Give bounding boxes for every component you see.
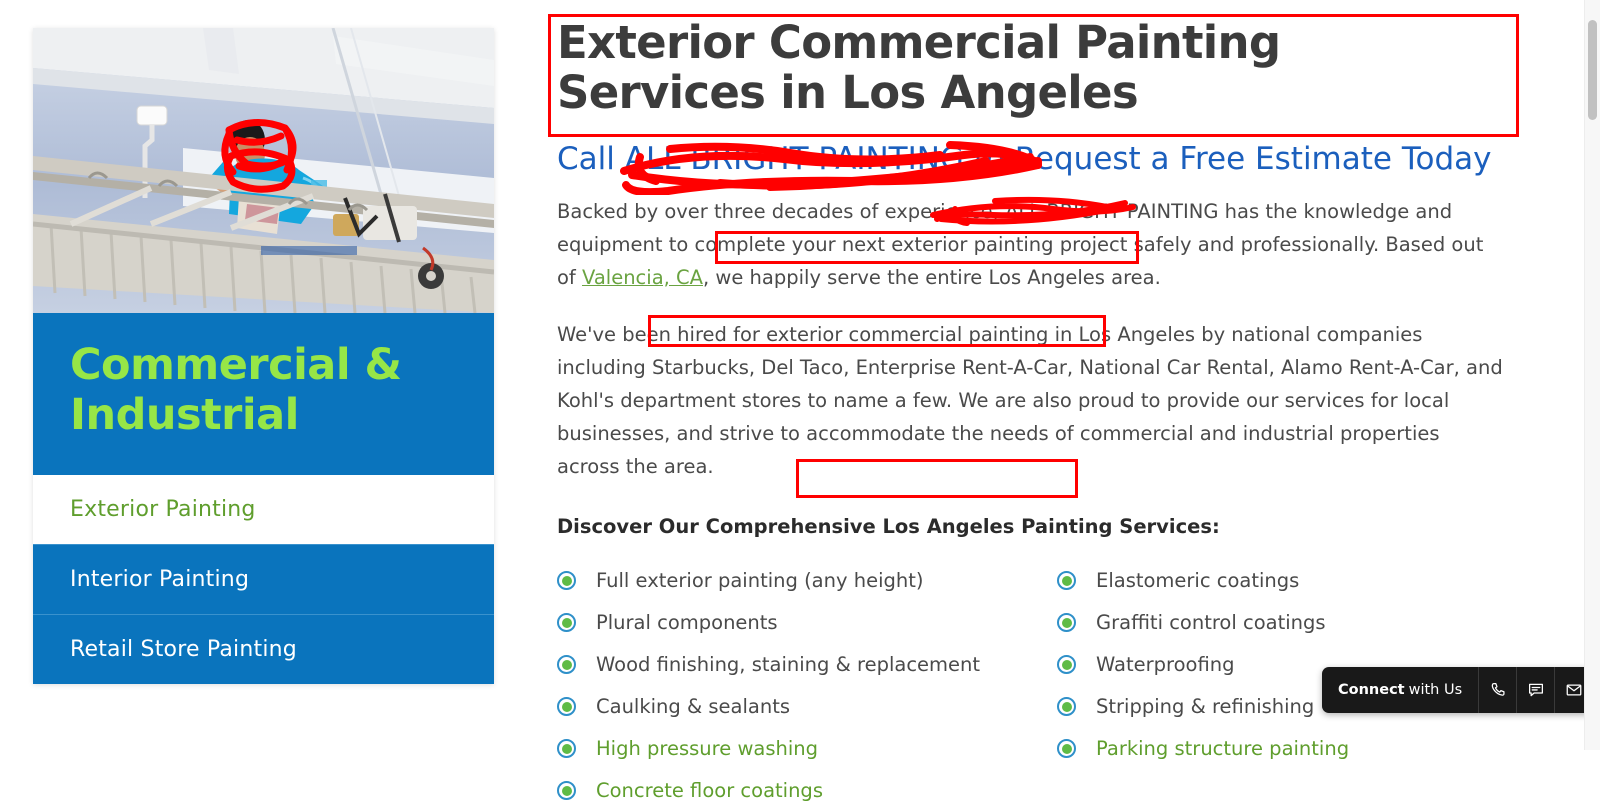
intro-text-a: Backed by over three decades of experien… — [557, 199, 1006, 223]
cta-prefix: Call — [557, 140, 625, 177]
services-column-left: Full exterior painting (any height) Plur… — [557, 560, 1057, 812]
phone-button[interactable] — [1478, 667, 1516, 713]
sidebar-category-heading: Commercial & Industrial — [33, 313, 494, 475]
intro-redacted-company-name: ALL BRIGHT PAINTING — [1005, 199, 1219, 223]
list-item[interactable]: Plural components — [557, 602, 1057, 644]
service-label: Graffiti control coatings — [1096, 611, 1326, 635]
page-title: Exterior Commercial Painting Services in… — [557, 16, 1281, 120]
chat-button[interactable] — [1516, 667, 1554, 713]
sidebar-card: Commercial & Industrial Exterior Paintin… — [33, 28, 494, 684]
list-item[interactable]: Caulking & sealants — [557, 686, 1057, 728]
service-label: Stripping & refinishing — [1096, 695, 1315, 719]
bullet-icon — [557, 739, 576, 759]
service-label: High pressure washing — [596, 737, 819, 761]
sidebar-heading-line-1: Commercial & — [70, 340, 402, 390]
sidebar-hero-photo — [33, 28, 494, 313]
intro-paragraph: Backed by over three decades of experien… — [557, 186, 1507, 295]
cta-suffix: to Request a Free Estimate Today — [963, 140, 1492, 177]
service-label: Wood finishing, staining & replacement — [596, 653, 981, 677]
service-label: Caulking & sealants — [596, 695, 791, 719]
sidebar-item-label: Exterior Painting — [70, 496, 256, 522]
bullet-icon — [557, 571, 576, 591]
list-item[interactable]: Graffiti control coatings — [1057, 602, 1507, 644]
sidebar-item-retail-store-painting[interactable]: Retail Store Painting — [33, 613, 494, 684]
valencia-ca-link[interactable]: Valencia, CA — [582, 266, 703, 289]
page-root: Commercial & Industrial Exterior Paintin… — [0, 0, 1600, 802]
service-label: Waterproofing — [1096, 653, 1235, 677]
service-label: Plural components — [596, 611, 778, 635]
connect-label-rest: with Us — [1408, 682, 1463, 698]
bullet-icon — [1057, 571, 1076, 591]
services-lead-in: Discover Our Comprehensive Los Angeles P… — [557, 514, 1220, 538]
connect-widget-label: Connect with Us — [1322, 667, 1478, 713]
call-to-action-heading: Call ALL BRIGHT PAINTING to Request a Fr… — [557, 125, 1517, 186]
sidebar-item-label: Interior Painting — [70, 566, 250, 592]
painter-scaffold-illustration — [33, 28, 494, 313]
list-item[interactable]: Wood finishing, staining & replacement — [557, 644, 1057, 686]
chat-icon — [1528, 683, 1543, 697]
bullet-icon — [1057, 613, 1076, 633]
bullet-icon — [557, 697, 576, 717]
bullet-icon — [1057, 739, 1076, 759]
bullet-icon — [1057, 655, 1076, 675]
bullet-icon — [1057, 697, 1076, 717]
service-label: Full exterior painting (any height) — [596, 569, 924, 593]
list-item[interactable]: High pressure washing — [557, 728, 1057, 770]
list-item[interactable]: Full exterior painting (any height) — [557, 560, 1057, 602]
service-label: Concrete floor coatings — [596, 779, 823, 803]
phone-icon — [1491, 682, 1505, 696]
sidebar-item-interior-painting[interactable]: Interior Painting — [33, 543, 494, 614]
bullet-icon — [557, 781, 576, 801]
bullet-icon — [557, 613, 576, 633]
list-item[interactable]: Parking structure painting — [1057, 728, 1507, 770]
service-label: Elastomeric coatings — [1096, 569, 1300, 593]
cta-redacted-company-name: ALL BRIGHT PAINTING — [624, 140, 964, 177]
list-item[interactable]: Concrete floor coatings — [557, 770, 1057, 812]
page-scrollbar[interactable] — [1584, 0, 1600, 750]
intro-text-c: , we happily serve the entire Los Angele… — [703, 265, 1161, 289]
scrollbar-thumb[interactable] — [1588, 20, 1597, 120]
email-icon — [1566, 684, 1582, 696]
sidebar-item-exterior-painting[interactable]: Exterior Painting — [33, 474, 494, 544]
list-item[interactable]: Elastomeric coatings — [1057, 560, 1507, 602]
connect-widget: Connect with Us — [1322, 667, 1593, 713]
clients-paragraph: We've been hired for exterior commercial… — [557, 322, 1503, 478]
connect-label-bold: Connect — [1338, 682, 1405, 698]
sidebar-item-label: Retail Store Painting — [70, 636, 297, 662]
service-label: Parking structure painting — [1096, 737, 1350, 761]
bullet-icon — [557, 655, 576, 675]
sidebar-heading-line-2: Industrial — [70, 389, 299, 440]
